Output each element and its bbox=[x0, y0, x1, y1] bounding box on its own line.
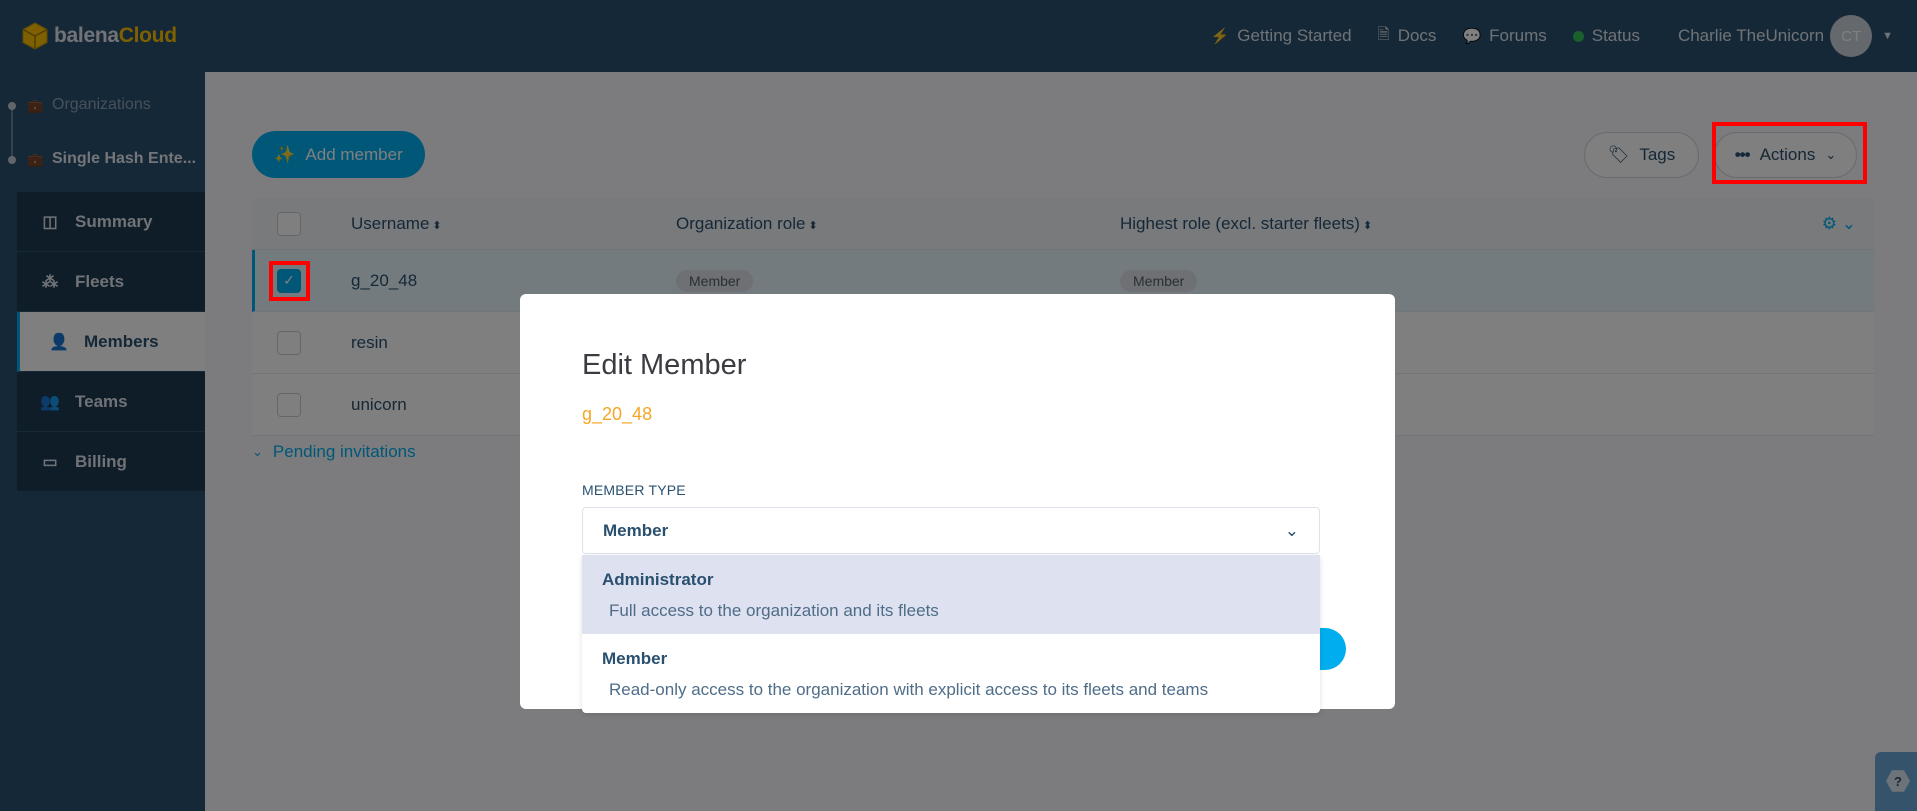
member-type-options: Administrator Full access to the organiz… bbox=[582, 555, 1320, 713]
modal-username: g_20_48 bbox=[582, 404, 653, 424]
highlight-row-checkbox bbox=[269, 261, 310, 301]
option-description: Full access to the organization and its … bbox=[609, 601, 939, 620]
edit-member-modal: Edit Member g_20_48 MEMBER TYPE Member ⌄… bbox=[520, 294, 1395, 713]
option-title: Administrator bbox=[602, 570, 714, 589]
chevron-down-icon: ⌄ bbox=[1284, 520, 1299, 540]
member-type-label: MEMBER TYPE bbox=[582, 482, 686, 498]
member-type-select[interactable]: Member ⌄ bbox=[582, 507, 1320, 554]
option-title: Member bbox=[602, 649, 668, 668]
highlight-actions-button bbox=[1712, 122, 1867, 184]
member-type-value: Member bbox=[603, 520, 669, 540]
option-administrator[interactable]: Administrator Full access to the organiz… bbox=[582, 555, 1320, 634]
option-description: Read-only access to the organization wit… bbox=[609, 680, 1209, 699]
option-member[interactable]: Member Read-only access to the organizat… bbox=[582, 634, 1320, 713]
modal-title: Edit Member bbox=[582, 349, 747, 381]
